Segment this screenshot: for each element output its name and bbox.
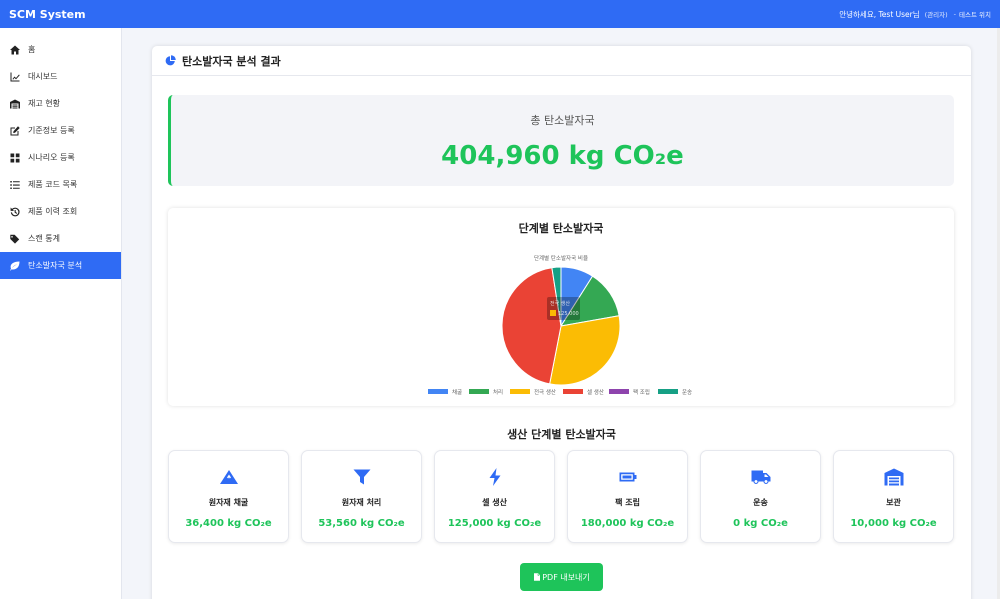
stage-value: 180,000 kg CO₂e (580, 518, 675, 529)
mountain-icon (219, 467, 239, 487)
legend-label-전극 생산: 전극 생산 (534, 388, 556, 396)
total-carbon-label: 총 탄소발자국 (530, 114, 595, 127)
stage-card-mining: 원자재 채굴 36,400 kg CO₂e (168, 450, 289, 543)
user-greeting: 안녕하세요, Test User님 (839, 9, 920, 19)
sidebar-item-label: 제품 이력 조회 (28, 207, 78, 216)
sidebar-item-label: 대시보드 (28, 72, 58, 81)
sidebar-item-label: 스캔 통계 (28, 234, 60, 243)
stage-chart-card: 단계별 탄소발자국 단계별 탄소발자국 비율전극 생산 125,000 채굴 처리 전극… (168, 208, 954, 406)
sidebar-item-inventory[interactable]: 재고 현황 (0, 90, 121, 117)
sidebar-item-label: 시나리오 등록 (28, 153, 75, 162)
stages-section-title: 생산 단계별 탄소발자국 (507, 428, 616, 441)
sidebar-item-product-history[interactable]: 제품 이력 조회 (0, 198, 121, 225)
file-pdf-icon (534, 573, 541, 581)
list-icon (9, 179, 20, 190)
export-pdf-label: PDF 내보내기 (542, 572, 590, 582)
stage-name: 원자재 처리 (341, 498, 382, 507)
filter-icon (352, 467, 372, 487)
pie-tooltip-label: 전극 생산 (550, 300, 570, 307)
stage-card-pack-assembly: 팩 조립 180,000 kg CO₂e (567, 450, 688, 543)
pie-tooltip-value: 125,000 (558, 311, 579, 317)
legend-swatch-전극 생산 (510, 389, 530, 394)
sidebar: 홈 대시보드 재고 현황 기준정보 등록 시나리오 등록 제품 코드 목록 제품… (0, 28, 122, 599)
sidebar-item-scenario[interactable]: 시나리오 등록 (0, 144, 121, 171)
app-title[interactable]: SCM System (9, 8, 86, 21)
export-pdf-button[interactable]: PDF 내보내기 (520, 563, 603, 591)
legend-swatch-운송 (658, 389, 678, 394)
total-carbon-box: 총 탄소발자국 404,960 kg CO₂e (168, 95, 954, 186)
pie-slice-셀 생산 (501, 267, 562, 385)
stage-card-transport: 운송 0 kg CO₂e (700, 450, 821, 543)
stage-value: 125,000 kg CO₂e (447, 518, 542, 529)
bolt-icon (485, 467, 505, 487)
pie-chart-icon (165, 55, 176, 66)
sidebar-item-label: 기준정보 등록 (28, 126, 75, 135)
tags-icon (9, 233, 20, 244)
sidebar-item-scan-stats[interactable]: 스캔 통계 (0, 225, 121, 252)
grid-icon (9, 152, 20, 163)
stage-name: 팩 조립 (615, 498, 640, 507)
sidebar-item-label: 홈 (28, 45, 36, 54)
stage-value: 10,000 kg CO₂e (850, 518, 937, 529)
stage-card-cell-production: 셀 생산 125,000 kg CO₂e (434, 450, 555, 543)
legend-swatch-팩 조립 (609, 389, 629, 394)
legend-swatch-셀 생산 (563, 389, 583, 394)
sidebar-item-carbon-analysis[interactable]: 탄소발자국 분석 (0, 252, 121, 279)
stage-name: 원자재 채굴 (208, 498, 249, 507)
stage-name: 보관 (886, 498, 901, 507)
warehouse-icon (9, 98, 20, 109)
legend-label-운송: 운송 (682, 388, 692, 396)
total-carbon-value: 404,960 kg CO₂e (441, 141, 684, 171)
user-separator: - (953, 10, 957, 18)
legend-label-셀 생산: 셀 생산 (587, 388, 604, 396)
stage-value: 0 kg CO₂e (733, 518, 788, 529)
stage-value: 36,400 kg CO₂e (185, 518, 272, 529)
card-header: 탄소발자국 분석 결과 (152, 46, 971, 76)
stage-card-storage: 보관 10,000 kg CO₂e (833, 450, 954, 543)
legend-label-팩 조립: 팩 조립 (633, 388, 650, 396)
edit-icon (9, 125, 20, 136)
stage-value: 53,560 kg CO₂e (318, 518, 405, 529)
pie-chart[interactable]: 단계별 탄소발자국 비율전극 생산125,000채굴 처리 전극 생산 셀 생산 팩 조… (168, 238, 954, 406)
legend-label-채굴: 채굴 (452, 388, 462, 396)
sidebar-item-product-codes[interactable]: 제품 코드 목록 (0, 171, 121, 198)
legend-label-처리: 처리 (493, 388, 503, 396)
sidebar-item-label: 재고 현황 (28, 99, 60, 108)
legend-swatch-채굴 (428, 389, 448, 394)
battery-icon (618, 467, 638, 487)
carbon-analysis-card: 탄소발자국 분석 결과 총 탄소발자국 404,960 kg CO₂e 단계별 … (152, 46, 971, 599)
warehouse-icon (884, 467, 904, 487)
user-site: 테스트 위치 (959, 11, 991, 19)
leaf-icon (9, 260, 20, 271)
pie-chart-title: 단계별 탄소발자국 비율 (534, 254, 588, 262)
stage-name: 셀 생산 (482, 498, 507, 507)
legend-swatch-처리 (469, 389, 489, 394)
sidebar-item-label: 제품 코드 목록 (28, 180, 78, 189)
stage-card-processing: 원자재 처리 53,560 kg CO₂e (301, 450, 422, 543)
chart-card-title: 단계별 탄소발자국 (518, 222, 604, 235)
sidebar-item-master-data[interactable]: 기준정보 등록 (0, 117, 121, 144)
user-role: (관리자) (924, 11, 948, 19)
page-title: 탄소발자국 분석 결과 (182, 54, 281, 68)
pie-tooltip-swatch (550, 310, 556, 316)
history-icon (9, 206, 20, 217)
sidebar-item-label: 탄소발자국 분석 (28, 261, 83, 270)
truck-icon (751, 467, 771, 487)
sidebar-item-dashboard[interactable]: 대시보드 (0, 63, 121, 90)
user-area: 안녕하세요, Test User님 (관리자) - 테스트 위치 (839, 9, 991, 20)
stage-name: 운송 (753, 498, 768, 507)
line-chart-icon (9, 71, 20, 82)
home-icon (9, 44, 20, 55)
sidebar-item-home[interactable]: 홈 (0, 36, 121, 63)
top-navbar: SCM System 안녕하세요, Test User님 (관리자) - 테스트… (0, 0, 1000, 28)
